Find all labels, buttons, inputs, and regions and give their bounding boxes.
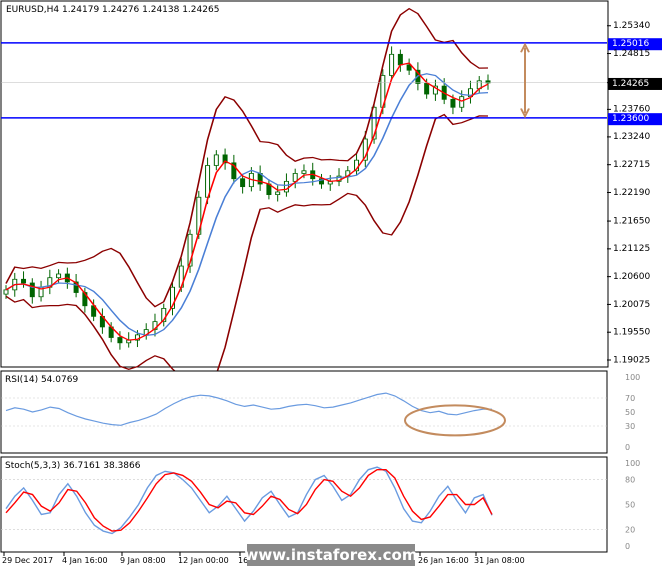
rsi-label: RSI(14) 54.0769 [5, 375, 78, 385]
candle-body [283, 180, 289, 193]
rsi-tick-label: 100 [625, 373, 640, 382]
symbol-header: EURUSD,H4 1.24179 1.24276 1.24138 1.2426… [6, 5, 219, 15]
candle-body [301, 170, 307, 174]
price-tick-label: 1.21650 [613, 216, 650, 226]
resistance-price-label: 1.25016 [612, 39, 649, 49]
candle-body [117, 337, 123, 344]
time-label: 29 Dec 2017 [2, 556, 53, 565]
price-tick-label: 1.21125 [613, 244, 650, 254]
time-label: 4 Jan 16:00 [62, 556, 108, 565]
price-tick-label: 1.22715 [613, 160, 650, 170]
stoch-tick-label: 100 [625, 459, 640, 468]
time-label: 9 Jan 08:00 [120, 556, 166, 565]
price-tick-label: 1.24815 [613, 49, 650, 59]
candle-body [450, 98, 456, 108]
stoch-tick-label: 20 [625, 525, 635, 534]
price-tick-label: 1.23760 [613, 105, 650, 115]
rsi-tick-label: 70 [625, 394, 635, 403]
current-price-label: 1.24265 [612, 79, 649, 89]
stoch-tick-label: 50 [625, 501, 635, 510]
stoch-label: Stoch(5,3,3) 36.7161 38.3866 [5, 461, 141, 471]
time-label: 12 Jan 00:00 [178, 556, 229, 565]
candle-body [56, 273, 62, 279]
price-tick-label: 1.20075 [613, 300, 650, 310]
watermark-text: www.instaforex.com [245, 546, 418, 564]
candle-body [240, 178, 246, 188]
candle-body [397, 53, 403, 66]
candle-body [21, 278, 27, 284]
time-label: 26 Jan 16:00 [418, 556, 469, 565]
candle-body [275, 191, 281, 195]
stoch-panel-frame [0, 456, 608, 553]
chart-canvas: 1.25016 1.23600 1.24265 1.25340 1.24815 1.237… [0, 0, 662, 566]
support-price-label: 1.23600 [612, 114, 649, 124]
candle-body [389, 53, 395, 76]
rsi-tick-label: 50 [625, 408, 635, 417]
candle-body [213, 154, 219, 166]
rsi-tick-label: 30 [625, 422, 635, 431]
trading-chart-screen: 1.25016 1.23600 1.24265 1.25340 1.24815 1.237… [0, 0, 665, 568]
rsi-tick-label: 0 [625, 443, 630, 452]
price-tick-label: 1.22190 [613, 188, 650, 198]
candle-body [459, 96, 465, 108]
stoch-tick-label: 80 [625, 476, 635, 485]
time-label: 31 Jan 08:00 [474, 556, 525, 565]
rsi-panel-frame [0, 370, 608, 454]
candle-body [29, 282, 35, 298]
stoch-tick-label: 0 [625, 542, 630, 551]
candle-body [424, 83, 430, 95]
price-tick-label: 1.25340 [613, 21, 650, 31]
price-tick-label: 1.23240 [613, 132, 650, 142]
price-tick-label: 1.20600 [613, 272, 650, 282]
price-tick-label: 1.19550 [613, 328, 650, 338]
price-tick-label: 1.19025 [613, 355, 650, 365]
candle-body [292, 173, 298, 182]
candle-body [3, 289, 9, 295]
